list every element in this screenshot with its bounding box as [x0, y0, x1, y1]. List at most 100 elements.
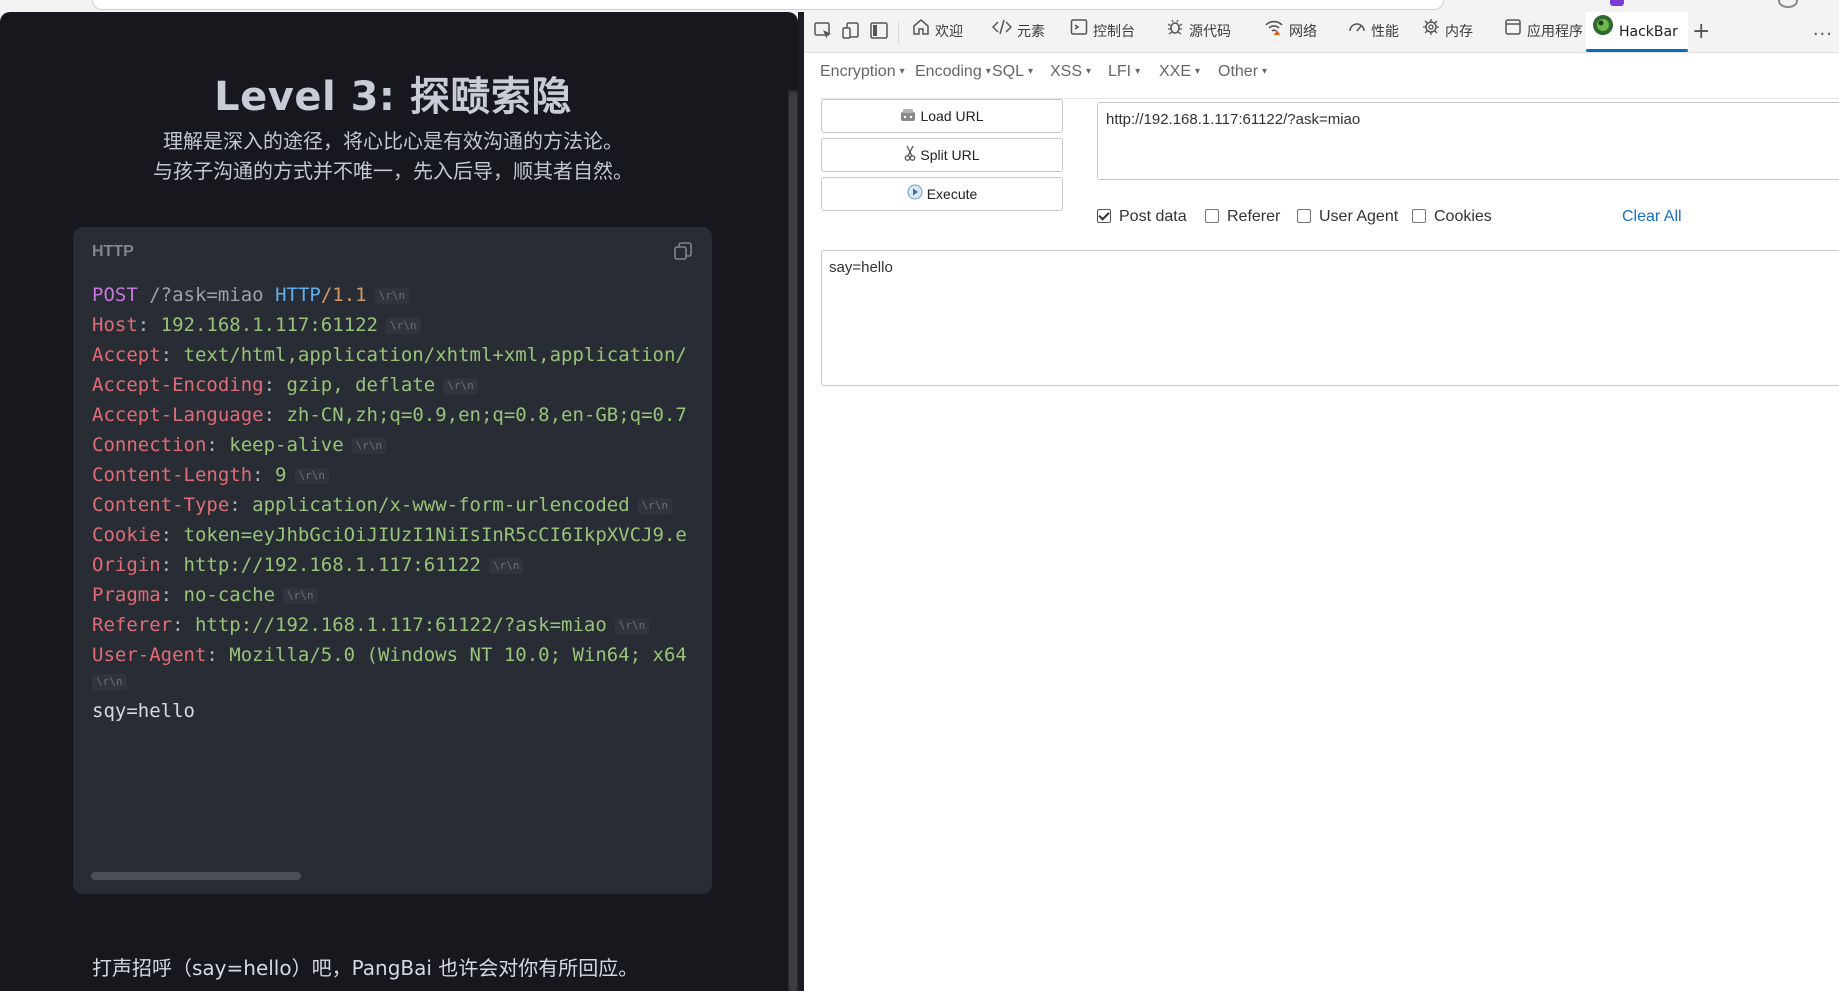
user-agent-label: User Agent	[1319, 208, 1399, 225]
menu-other[interactable]: Other ▾	[1218, 57, 1267, 87]
post-data-option[interactable]: Post data	[1097, 208, 1187, 226]
tab-label: 欢迎	[935, 24, 963, 40]
post-data-label: Post data	[1119, 208, 1187, 225]
extension-tab-marker	[1610, 0, 1624, 6]
header-name: Accept-Language	[92, 404, 264, 426]
header-name: Origin	[92, 554, 161, 576]
code-icon	[991, 12, 1013, 52]
tab-chip[interactable]: 内存	[1422, 12, 1473, 52]
header-value: text/html,application/xhtml+xml,applicat…	[183, 344, 687, 366]
header-value: http://192.168.1.117:61122	[183, 554, 481, 576]
header-name: Host	[92, 314, 138, 336]
cookies-checkbox[interactable]	[1412, 209, 1426, 223]
tab-label: HackBar	[1619, 24, 1678, 40]
execute-label: Execute	[926, 186, 978, 202]
add-tab-icon[interactable]: +	[1692, 12, 1710, 52]
header-value: Mozilla/5.0 (Windows NT 10.0; Win64; x64	[229, 644, 687, 666]
cookies-label: Cookies	[1434, 208, 1492, 225]
menu-sql[interactable]: SQL ▾	[992, 57, 1033, 87]
referer-checkbox[interactable]	[1205, 209, 1219, 223]
header-line: Connection: keep-alive \r\n	[92, 430, 702, 460]
page-scrollbar-thumb[interactable]	[789, 92, 797, 991]
header-name: Content-Type	[92, 494, 230, 516]
tab-label: 内存	[1445, 24, 1473, 40]
chip-icon	[1422, 12, 1440, 52]
menu-label: LFI	[1108, 63, 1132, 81]
crlf-marker: \r\n	[637, 497, 673, 514]
more-options-icon[interactable]: ···	[1813, 24, 1833, 45]
gauge-icon	[1348, 12, 1366, 52]
crlf-marker: \r\n	[374, 287, 410, 304]
header-value: gzip, deflate	[286, 374, 436, 396]
page-title: Level 3: 探赜索隐	[214, 74, 572, 120]
wifi-icon	[1264, 12, 1284, 52]
devtools-panel: ··· 欢迎 元素 控制台 源代码 网络 性能 内存 应用程序 HackBar + Encrypt…	[804, 12, 1839, 991]
url-textarea[interactable]: http://192.168.1.117:61122/?ask=miao	[1097, 102, 1839, 180]
tab-label: 应用程序	[1527, 24, 1583, 40]
tab-label: 网络	[1289, 24, 1317, 40]
scissors-icon	[904, 140, 916, 172]
cookies-option[interactable]: Cookies	[1412, 208, 1492, 226]
tab-bug[interactable]: 源代码	[1166, 12, 1231, 52]
header-line: Content-Type: application/x-www-form-url…	[92, 490, 702, 520]
request-body: sqy=hello	[92, 700, 195, 722]
header-value: 9	[275, 464, 287, 486]
header-value: http://192.168.1.117:61122/?ask=miao	[194, 614, 607, 636]
header-name: Referer	[92, 614, 173, 636]
menu-lfi[interactable]: LFI ▾	[1108, 57, 1140, 87]
menu-xss[interactable]: XSS ▾	[1050, 57, 1091, 87]
post-data-checkbox[interactable]	[1097, 209, 1111, 223]
header-value: no-cache	[183, 584, 276, 606]
header-line: Host: 192.168.1.117:61122 \r\n	[92, 310, 702, 340]
code-horizontal-scrollbar[interactable]	[91, 872, 301, 880]
home-icon	[912, 12, 930, 52]
request-path: /?ask=miao	[149, 284, 264, 306]
tab-gauge[interactable]: 性能	[1348, 12, 1399, 52]
referer-option[interactable]: Referer	[1205, 208, 1280, 226]
copy-icon[interactable]	[672, 241, 694, 263]
crlf-marker: \r\n	[92, 673, 127, 690]
split-url-button[interactable]: Split URL	[821, 138, 1063, 172]
clear-all-link[interactable]: Clear All	[1622, 208, 1682, 226]
tab-code[interactable]: 元素	[991, 12, 1045, 52]
inspect-element-icon[interactable]	[812, 20, 834, 42]
menu-encryption[interactable]: Encryption ▾	[820, 57, 905, 87]
code-lines: POST /?ask=miao HTTP/1.1 \r\n Host: 192.1…	[92, 280, 702, 726]
tab-label: 源代码	[1189, 24, 1231, 40]
caret-down-icon: ▾	[899, 66, 905, 77]
header-name: Cookie	[92, 524, 161, 546]
header-name: Connection	[92, 434, 207, 456]
menu-label: Encryption	[820, 63, 896, 81]
post-data-textarea[interactable]: say=hello	[821, 250, 1839, 386]
hackbar-logo-icon	[1592, 12, 1614, 52]
tab-wifi[interactable]: 网络	[1264, 12, 1317, 52]
http-code-block: HTTP POST /?ask=miao HTTP/1.1 \r\n Host: …	[73, 227, 712, 894]
execute-button[interactable]: Execute	[821, 177, 1063, 211]
header-line: Accept-Language: zh-CN,zh;q=0.9,en;q=0.8…	[92, 404, 687, 426]
profile-icon[interactable]	[1778, 0, 1798, 8]
tab-console[interactable]: 控制台	[1070, 12, 1135, 52]
header-name: User-Agent	[92, 644, 207, 666]
request-protocol: HTTP	[275, 284, 321, 306]
device-emulation-icon[interactable]	[840, 20, 862, 42]
hint-text: 打声招呼（say=hello）吧，PangBai 也许会对你有所回应。	[92, 956, 639, 980]
user-agent-option[interactable]: User Agent	[1297, 208, 1398, 226]
console-icon	[1070, 12, 1088, 52]
empty-line: \r\n	[92, 670, 702, 692]
dock-sidebar-icon[interactable]	[868, 20, 890, 42]
tab-home[interactable]: 欢迎	[912, 12, 963, 52]
request-method: POST	[92, 284, 138, 306]
caret-down-icon: ▾	[985, 66, 991, 77]
referer-label: Referer	[1227, 208, 1281, 225]
header-line: Accept: text/html,application/xhtml+xml,…	[92, 344, 687, 366]
tab-app[interactable]: 应用程序	[1504, 12, 1583, 52]
header-line: Origin: http://192.168.1.117:61122 \r\n	[92, 550, 702, 580]
address-bar-edge[interactable]	[92, 0, 1444, 10]
user-agent-checkbox[interactable]	[1297, 209, 1311, 223]
header-line: Cookie: token=eyJhbGciOiJIUzI1NiIsInR5cC…	[92, 524, 687, 546]
load-url-button[interactable]: Load URL	[821, 99, 1063, 133]
tab-hackbar-logo[interactable]: HackBar	[1586, 12, 1688, 52]
menu-encoding[interactable]: Encoding ▾	[915, 57, 991, 87]
menu-xxe[interactable]: XXE ▾	[1159, 57, 1200, 87]
page-subtitle-line1: 理解是深入的途径，将心比心是有效沟通的方法论。	[163, 129, 623, 153]
